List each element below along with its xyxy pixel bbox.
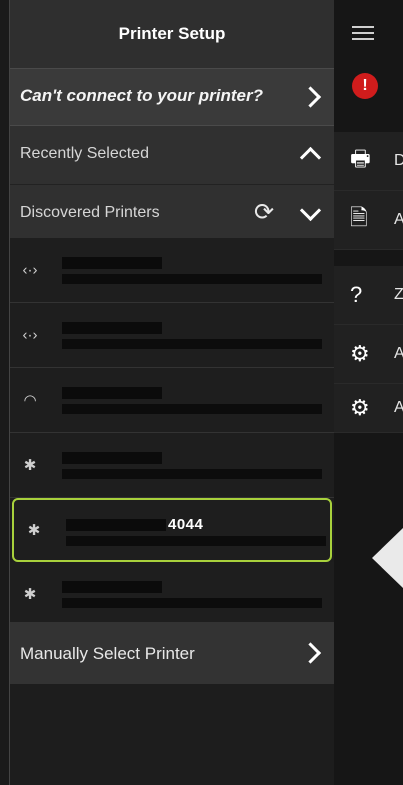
printer-item[interactable]: ‹·› — [10, 238, 334, 303]
printer-name — [62, 449, 164, 466]
help-label: Can't connect to your printer? — [20, 86, 263, 105]
section-label: Discovered Printers — [20, 204, 160, 221]
background-row[interactable]: ⚙ A — [332, 384, 403, 433]
background-row-label: A — [394, 211, 403, 228]
printer-address — [66, 536, 326, 546]
background-row-label: Z — [394, 286, 403, 303]
printer-address — [62, 404, 322, 414]
bluetooth-icon: ✱ — [23, 586, 37, 603]
chevron-up-icon[interactable] — [299, 146, 322, 169]
chevron-right-icon — [299, 86, 322, 108]
error-icon: ! — [352, 73, 378, 99]
network-icon: ‹·› — [22, 326, 38, 344]
printer-item[interactable]: ‹·› — [10, 303, 334, 368]
bluetooth-icon: ✱ — [23, 457, 37, 474]
printer-settings-icon: ⚙ — [350, 395, 370, 420]
background-row-label: D — [394, 152, 403, 169]
popover-pointer — [372, 528, 403, 588]
printer-setup-drawer: Printer Setup Can't connect to your prin… — [9, 0, 334, 785]
manual-select-label: Manually Select Printer — [20, 644, 195, 663]
printer-address — [62, 598, 322, 608]
manual-select-printer-row[interactable]: Manually Select Printer — [10, 622, 334, 684]
network-icon: ‹·› — [22, 261, 38, 279]
printer-item[interactable]: ✱ — [10, 433, 334, 498]
help-icon: ? — [350, 282, 363, 307]
printer-name — [62, 254, 164, 271]
printer-address — [62, 274, 322, 284]
printer-name — [62, 578, 164, 595]
printer-address — [62, 339, 322, 349]
background-row-label: A — [394, 345, 403, 362]
printer-item-selected[interactable]: ✱ 4044 — [12, 498, 332, 562]
background-row[interactable]: ? Z — [332, 266, 403, 325]
background-app: ! 🖶 D 🗎 A ? Z ⚙ A ⚙ A — [332, 0, 403, 785]
recently-selected-section[interactable]: Recently Selected — [10, 126, 334, 185]
screen: ! 🖶 D 🗎 A ? Z ⚙ A ⚙ A Printer Setup Can'… — [0, 0, 403, 785]
gear-icon: ⚙ — [350, 341, 370, 366]
document-icon: 🗎 — [350, 205, 368, 230]
bluetooth-icon: ✱ — [27, 522, 41, 539]
background-row[interactable]: 🗎 A — [332, 191, 403, 250]
printer-address — [62, 469, 322, 479]
printer-icon: 🖶 — [350, 146, 371, 171]
help-row[interactable]: Can't connect to your printer? — [10, 68, 334, 126]
page-title: Printer Setup — [118, 24, 226, 43]
background-row[interactable]: ⚙ A — [332, 325, 403, 384]
printer-name: 4044 — [66, 516, 203, 533]
section-label: Recently Selected — [20, 145, 149, 162]
printer-name — [62, 319, 164, 336]
printer-item[interactable]: ◠ — [10, 368, 334, 433]
chevron-right-icon — [299, 642, 322, 664]
hamburger-menu-icon[interactable] — [352, 22, 374, 44]
discovered-printers-section[interactable]: Discovered Printers ⟳ — [10, 185, 334, 244]
refresh-icon[interactable]: ⟳ — [250, 199, 278, 227]
background-row-label: A — [394, 399, 403, 416]
printer-name — [62, 384, 164, 401]
printer-item[interactable]: ✱ — [10, 562, 334, 627]
drawer-header: Printer Setup — [10, 0, 334, 68]
background-row[interactable]: 🖶 D — [332, 132, 403, 191]
wifi-icon: ◠ — [23, 392, 37, 409]
printer-list: ‹·› ‹·› ◠ ✱ ✱ 4044 ✱ — [10, 238, 334, 627]
chevron-down-icon[interactable] — [299, 199, 322, 222]
